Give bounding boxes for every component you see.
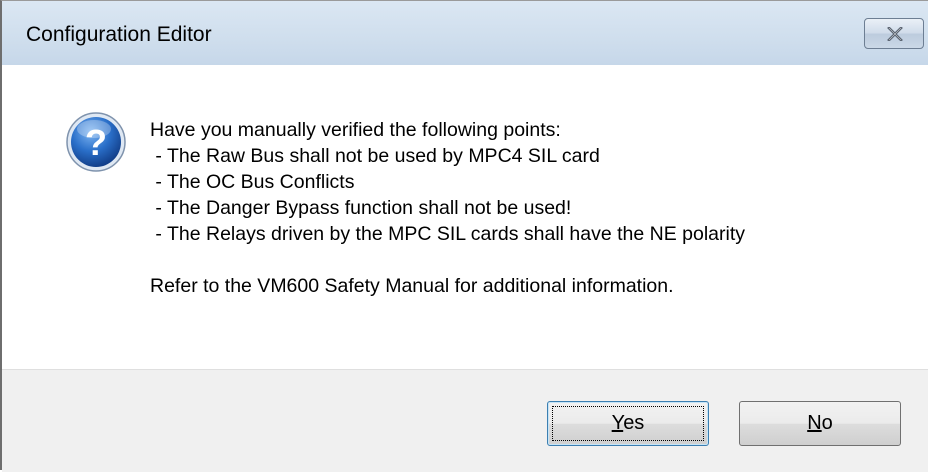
message-line: Refer to the VM600 Safety Manual for add…	[150, 275, 674, 297]
no-button[interactable]: No	[739, 401, 901, 446]
question-icon: ?	[66, 112, 126, 172]
title-bar[interactable]: Configuration Editor	[2, 1, 928, 65]
message-line: Have you manually verified the following…	[150, 119, 561, 141]
yes-button[interactable]: Yes	[547, 401, 709, 446]
button-bar: Yes No	[2, 369, 928, 472]
focus-rectangle	[552, 406, 704, 441]
message-line: - The Danger Bypass function shall not b…	[150, 197, 572, 219]
message-text: Have you manually verified the following…	[150, 117, 745, 299]
message-line: - The Relays driven by the MPC SIL cards…	[150, 223, 746, 245]
message-line: - The OC Bus Conflicts	[150, 171, 355, 193]
close-icon	[887, 27, 903, 41]
message-line: - The Raw Bus shall not be used by MPC4 …	[150, 145, 600, 167]
window-title: Configuration Editor	[26, 23, 212, 46]
dialog-window: Configuration Editor ? Have you manually…	[0, 0, 928, 472]
svg-text:?: ?	[85, 122, 107, 163]
no-button-label: No	[807, 412, 833, 434]
dialog-content: ? Have you manually verified the followi…	[2, 65, 928, 369]
close-button[interactable]	[864, 18, 924, 49]
